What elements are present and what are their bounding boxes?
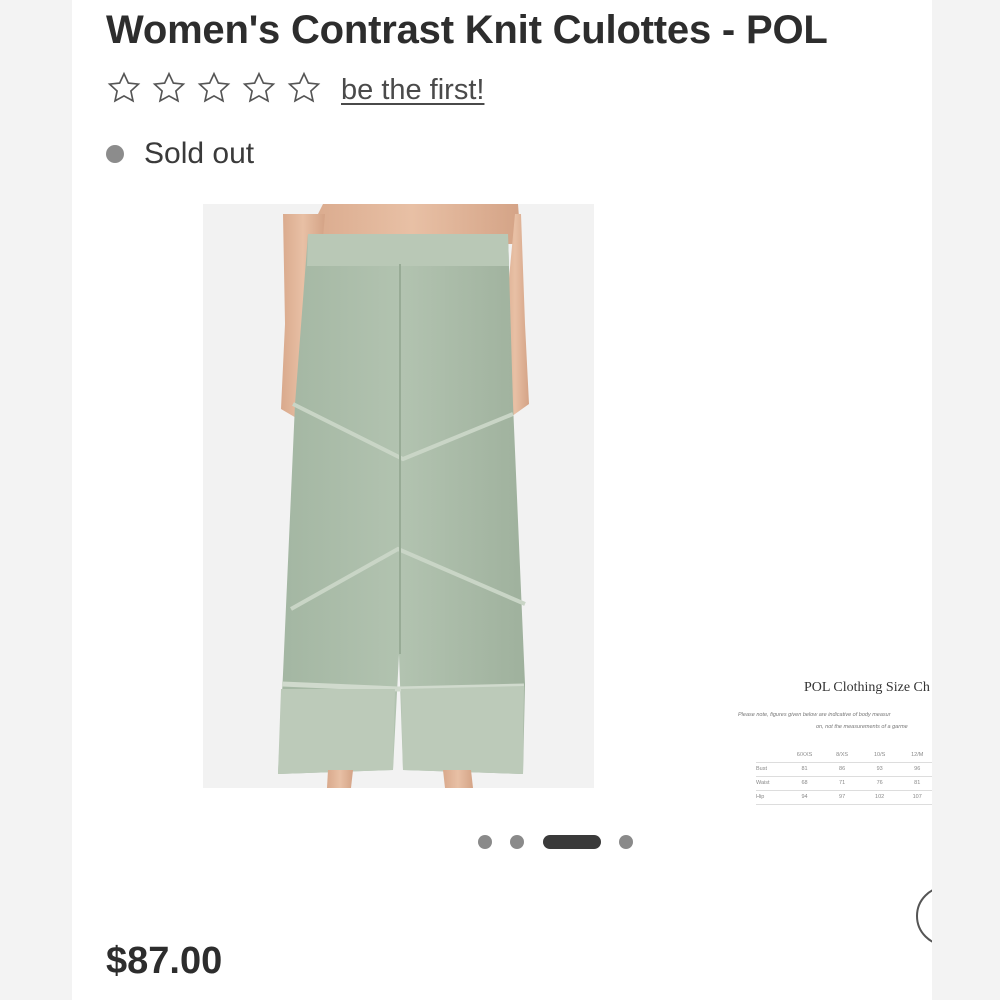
- size-header: 12/M: [898, 748, 932, 763]
- size-chart-title: POL Clothing Size Ch: [804, 680, 930, 695]
- right-margin: [932, 0, 1000, 1000]
- product-title: Women's Contrast Knit Culottes - POL: [106, 8, 828, 52]
- size-cell: 107: [898, 790, 932, 805]
- slide-dot[interactable]: [478, 835, 492, 849]
- size-chart-image[interactable]: POL Clothing Size Ch Please note, figure…: [736, 676, 932, 816]
- size-chart-corner: [756, 748, 786, 763]
- star-icon[interactable]: [286, 70, 326, 110]
- slide-indicators: [72, 832, 932, 852]
- image-gallery[interactable]: POL Clothing Size Ch Please note, figure…: [72, 200, 932, 946]
- size-chart-note-2: on, not the measurements of a garme: [816, 724, 908, 730]
- slide-dot[interactable]: [510, 835, 524, 849]
- size-cell: 68: [785, 776, 824, 791]
- left-margin: [0, 0, 72, 1000]
- size-header: 8/XS: [823, 748, 861, 763]
- availability-status: Sold out: [106, 134, 254, 174]
- product-photo[interactable]: [203, 204, 594, 788]
- size-cell: 86: [823, 762, 861, 777]
- size-cell: 96: [898, 762, 932, 777]
- product-page: Women's Contrast Knit Culottes - POL be …: [72, 0, 932, 1000]
- star-icon[interactable]: [106, 70, 146, 110]
- size-header: 10/S: [860, 748, 899, 763]
- size-cell: 76: [860, 776, 899, 791]
- size-row-label: Hip: [756, 790, 786, 805]
- size-cell: 102: [860, 790, 899, 805]
- next-slide-button[interactable]: [916, 886, 932, 946]
- status-label: Sold out: [144, 137, 255, 170]
- size-chart-table: 6/XXS 8/XS 10/S 12/M Bust 81 86 93 96 Wa…: [756, 748, 932, 805]
- slide-dot-active[interactable]: [543, 835, 601, 849]
- size-row-label: Waist: [756, 776, 786, 791]
- rating-row: be the first!: [106, 70, 484, 110]
- slide-dot[interactable]: [619, 835, 633, 849]
- product-price: $87.00: [106, 940, 223, 982]
- size-row-label: Bust: [756, 762, 786, 777]
- size-cell: 71: [823, 776, 861, 791]
- size-cell: 97: [823, 790, 861, 805]
- size-chart-note: Please note, figures given below are ind…: [738, 712, 891, 718]
- size-cell: 81: [785, 762, 824, 777]
- size-cell: 93: [860, 762, 899, 777]
- size-cell: 81: [898, 776, 932, 791]
- size-cell: 94: [785, 790, 824, 805]
- star-icon[interactable]: [241, 70, 281, 110]
- star-icon[interactable]: [151, 70, 191, 110]
- star-icon[interactable]: [196, 70, 236, 110]
- write-review-link[interactable]: be the first!: [341, 74, 484, 107]
- size-header: 6/XXS: [785, 748, 824, 763]
- status-dot-icon: [106, 145, 124, 163]
